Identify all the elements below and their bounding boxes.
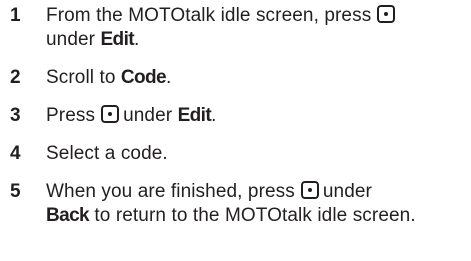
step-3: 3 Press under Edit.	[10, 104, 465, 128]
step-number: 4	[10, 143, 21, 164]
step-2: 2 Scroll to Code.	[10, 66, 465, 90]
step-4: 4 Select a code.	[10, 142, 465, 166]
step-5: 5 When you are finished, press under Back …	[10, 180, 465, 228]
step-number: 5	[10, 181, 21, 202]
step-text-part: From the MOTOtalk idle screen, press	[46, 5, 372, 26]
step-text-part: under	[46, 29, 101, 50]
step-text-part: Press	[46, 105, 96, 126]
step-text-part: to return to the MOTOtalk idle screen.	[89, 205, 416, 226]
step-text: Press under Edit.	[46, 104, 216, 128]
step-number: 3	[10, 105, 21, 126]
step-text-part: Select a code.	[46, 143, 168, 164]
menu-item-code: Code	[120, 67, 167, 88]
instruction-steps: 1 From the MOTOtalk idle screen, press un…	[10, 4, 465, 242]
step-text: From the MOTOtalk idle screen, press unde…	[46, 4, 399, 52]
softkey-label-back: Back	[46, 205, 90, 226]
step-number: 2	[10, 67, 21, 88]
step-text-part: .	[166, 67, 172, 88]
step-text-part: When you are finished, press	[46, 181, 295, 202]
step-text: When you are finished, press under Back to…	[46, 180, 416, 228]
step-text-part: .	[211, 105, 217, 126]
step-text: Scroll to Code.	[46, 66, 171, 90]
step-number: 1	[10, 5, 21, 26]
step-text-part: Scroll to	[46, 67, 121, 88]
center-select-key-icon	[300, 181, 319, 199]
softkey-label-edit: Edit	[100, 29, 134, 50]
step-text: Select a code.	[46, 142, 168, 166]
step-text-part: .	[133, 29, 140, 50]
center-select-key-icon	[377, 5, 396, 23]
step-text-part: under	[123, 105, 178, 126]
center-select-key-icon	[101, 105, 120, 123]
softkey-label-edit: Edit	[177, 105, 212, 126]
step-text-part: under	[322, 181, 372, 202]
step-1: 1 From the MOTOtalk idle screen, press un…	[10, 4, 465, 52]
